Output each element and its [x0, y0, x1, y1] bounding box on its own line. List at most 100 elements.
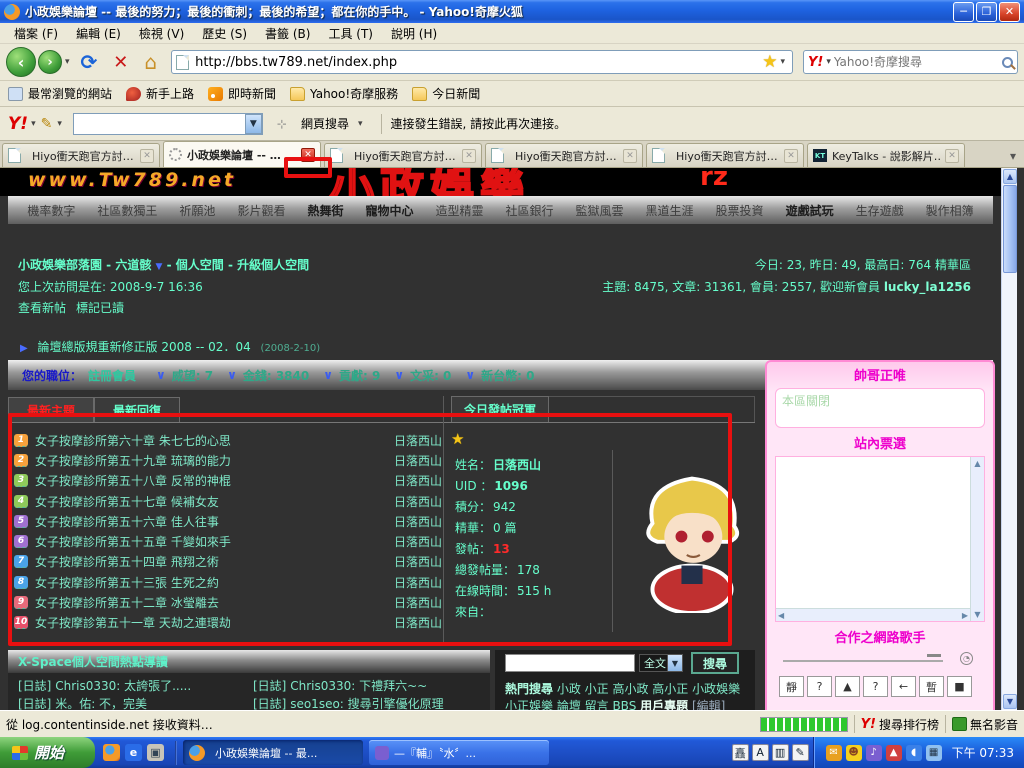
pencil-icon[interactable]: ✎	[39, 116, 55, 132]
taskbar-window-forum[interactable]: 小政娛樂論壇 -- 最...	[183, 740, 363, 765]
bookmark-today-news[interactable]: 今日新聞	[412, 85, 480, 102]
menu-view[interactable]: 檢視 (V)	[131, 23, 192, 44]
scrollbar-thumb[interactable]	[1003, 185, 1017, 273]
view-new-posts-link[interactable]: 查看新帖	[18, 299, 66, 316]
ime-mode-a[interactable]: A	[752, 744, 769, 761]
search-magnifier-icon[interactable]	[1002, 57, 1013, 68]
taskbar-window-chat[interactable]: —『輔』〝水〞...	[369, 740, 549, 765]
player-volume-up-button[interactable]: ▲	[835, 676, 860, 697]
hot-search-links[interactable]: 小政 小正 高小政 高小正 小政娛樂	[557, 682, 740, 696]
player-back-button[interactable]: ←	[891, 676, 916, 697]
tab-close-icon[interactable]: ✕	[462, 149, 476, 163]
search-scope-select[interactable]: 全文▼	[639, 654, 683, 672]
desktop-quicklaunch-icon[interactable]: ▣	[147, 744, 164, 761]
combo-dropdown-icon[interactable]: ▼	[245, 114, 262, 134]
close-button[interactable]: ✕	[999, 2, 1020, 22]
announcement[interactable]: ▶ 論壇總版規重新修正版 2008 -- 02．04 (2008-2-10)	[20, 338, 320, 355]
scroll-up-icon[interactable]: ▲	[1003, 169, 1017, 184]
player-mute-button[interactable]: 靜	[779, 676, 804, 697]
nav-item[interactable]: 影片觀看	[237, 202, 285, 219]
breadcrumb-left[interactable]: 小政娛樂部落園 - 六道骸	[18, 258, 151, 272]
network-tray-icon[interactable]: ▦	[926, 745, 942, 761]
scroll-right-icon[interactable]: ▶	[962, 611, 968, 620]
tab-close-icon[interactable]: ✕	[623, 149, 637, 163]
player-button[interactable]: ?	[863, 676, 888, 697]
player-stop-button[interactable]: ■	[947, 676, 972, 697]
nav-item[interactable]: 監獄風雲	[576, 202, 624, 219]
scroll-left-icon[interactable]: ◀	[778, 611, 784, 620]
nav-item[interactable]: 生存遊戲	[856, 202, 904, 219]
horizontal-scrollbar[interactable]: ◀▶	[776, 608, 970, 621]
yahoo-toolbar-logo[interactable]: Y!	[8, 114, 28, 134]
tab-1[interactable]: Hiyo衝天跑官方討…✕	[2, 143, 160, 167]
minimize-button[interactable]: ─	[953, 2, 974, 22]
toolbar-search-input[interactable]	[74, 116, 245, 131]
edit-link[interactable]: [編輯]	[692, 699, 725, 710]
vertical-scrollbar[interactable]: ▲▼	[970, 457, 984, 621]
menu-help[interactable]: 說明 (H)	[383, 23, 445, 44]
player-button[interactable]: ?	[807, 676, 832, 697]
user-topics-link[interactable]: 用戶專題	[640, 699, 688, 710]
media-tray-icon[interactable]: ♪	[866, 745, 882, 761]
nav-item[interactable]: 社區銀行	[506, 202, 554, 219]
nav-item[interactable]: 社區數獨王	[97, 202, 157, 219]
new-member-link[interactable]: lucky_la1256	[884, 280, 971, 294]
bookmark-most-visited[interactable]: 最常瀏覽的網站	[8, 85, 112, 102]
forum-search-input[interactable]	[505, 654, 635, 672]
nav-item[interactable]: 熱舞街	[307, 202, 343, 219]
ime-indicator[interactable]: 譶	[732, 744, 749, 761]
tab-4[interactable]: Hiyo衝天跑官方討…✕	[485, 143, 643, 167]
yahoo-menu-dropdown-icon[interactable]: ▾	[28, 119, 39, 129]
bookmark-dropdown-icon[interactable]: ▾	[777, 57, 788, 67]
bookmark-yahoo-services[interactable]: Yahoo!奇摩服務	[290, 85, 398, 102]
nav-item[interactable]: 造型精靈	[435, 202, 483, 219]
restore-button[interactable]: ❐	[976, 2, 997, 22]
bookmark-star-icon[interactable]: ★	[762, 52, 777, 72]
menu-file[interactable]: 檔案 (F)	[6, 23, 66, 44]
xspace-entry[interactable]: [日誌] Chris0330: 下禮拜六~~	[253, 677, 427, 694]
tab-close-icon[interactable]: ✕	[945, 149, 959, 163]
forward-button[interactable]: ›	[38, 50, 62, 74]
ime-tools-icon[interactable]: ✎	[792, 744, 809, 761]
ie-quicklaunch-icon[interactable]: e	[125, 744, 142, 761]
bookmark-getting-started[interactable]: 新手上路	[126, 85, 194, 102]
tab-overflow-dropdown-icon[interactable]: ▾	[1004, 145, 1022, 167]
yahoo-rank-button[interactable]: Y!搜尋排行榜	[861, 716, 939, 733]
menu-edit[interactable]: 編輯 (E)	[68, 23, 129, 44]
nav-item[interactable]: 股票投資	[716, 202, 764, 219]
hot-search-links[interactable]: 小正娛樂 論壇 留言 BBS	[505, 699, 636, 710]
breadcrumb-dropdown-icon[interactable]: ▼	[156, 262, 163, 272]
ime-pad-icon[interactable]: ▥	[772, 744, 789, 761]
update-tray-icon[interactable]: ▲	[886, 745, 902, 761]
announcement-link[interactable]: 論壇總版規重新修正版 2008 -- 02．04	[38, 340, 251, 354]
wretch-video-button[interactable]: 無名影音	[952, 716, 1018, 733]
player-pause-button[interactable]: 暫	[919, 676, 944, 697]
scroll-down-icon[interactable]: ▼	[974, 610, 980, 619]
firefox-quicklaunch-icon[interactable]	[103, 744, 120, 761]
tab-3[interactable]: Hiyo衝天跑官方討…✕	[324, 143, 482, 167]
forum-search-button[interactable]: 搜尋	[691, 652, 739, 674]
nav-item[interactable]: 製作相簿	[926, 202, 974, 219]
search-engine-dropdown-icon[interactable]: ▾	[823, 57, 834, 67]
nav-item[interactable]: 寵物中心	[365, 202, 413, 219]
mark-read-link[interactable]: 標記已讀	[76, 299, 124, 316]
messenger-tray-icon[interactable]: ☻	[846, 745, 862, 761]
nav-item[interactable]: 遊戲試玩	[786, 202, 834, 219]
player-seek-handle[interactable]	[927, 654, 941, 657]
toolbar-search-combo[interactable]: ▼	[73, 113, 263, 135]
scroll-up-icon[interactable]: ▲	[974, 459, 980, 468]
page-scrollbar[interactable]: ▲ ▼	[1001, 168, 1017, 710]
connection-error-message[interactable]: 連接發生錯誤, 請按此再次連接。	[390, 115, 566, 132]
breadcrumb-right[interactable]: - 個人空間 - 升級個人空間	[167, 258, 310, 272]
yahoo-search-box[interactable]: Y! ▾	[803, 50, 1018, 74]
xspace-entry[interactable]: [日誌] seo1seo: 搜尋引擎優化原理	[253, 695, 444, 710]
tab-6[interactable]: KTKeyTalks - 說影解片…✕	[807, 143, 965, 167]
history-dropdown-icon[interactable]: ▾	[62, 57, 73, 67]
select-dropdown-icon[interactable]: ▼	[667, 655, 682, 671]
xspace-entry[interactable]: [日誌] 米。佑: 不，完美	[18, 695, 147, 710]
url-bar[interactable]: ★ ▾	[171, 50, 793, 74]
nav-item[interactable]: 祈願池	[179, 202, 215, 219]
volume-tray-icon[interactable]: ◖	[906, 745, 922, 761]
search-input[interactable]	[834, 55, 1002, 69]
nav-item[interactable]: 黑道生涯	[646, 202, 694, 219]
